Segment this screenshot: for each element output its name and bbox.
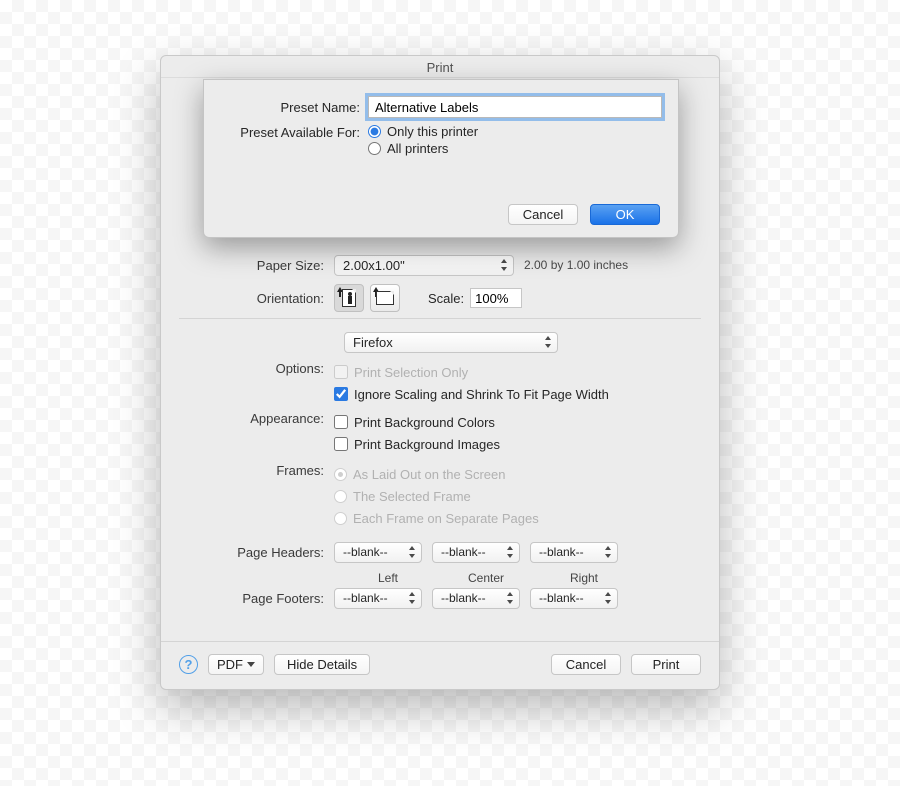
orientation-portrait-button[interactable] (334, 284, 364, 312)
print-dialog: Print Preset Name: Preset Available For:… (160, 55, 720, 690)
footer-center-select[interactable]: --blank-- (432, 588, 520, 609)
page-landscape-icon (376, 291, 394, 305)
header-right-select[interactable]: --blank-- (530, 542, 618, 563)
paper-size-select[interactable]: 2.00x1.00" (334, 255, 514, 276)
scale-input[interactable] (470, 288, 522, 308)
orientation-label: Orientation: (179, 291, 334, 306)
preset-name-label: Preset Name: (220, 100, 368, 115)
scale-label: Scale: (428, 291, 464, 306)
preset-available-label: Preset Available For: (220, 124, 368, 140)
page-portrait-icon (342, 289, 356, 307)
app-options-select[interactable]: Firefox (344, 332, 558, 353)
chevron-down-icon (247, 662, 255, 667)
hf-legend: Left Center Right (344, 571, 701, 585)
header-center-select[interactable]: --blank-- (432, 542, 520, 563)
pdf-menu-button[interactable]: PDF (208, 654, 264, 675)
print-form: Paper Size: 2.00x1.00" 2.00 by 1.00 inch… (161, 252, 719, 631)
appearance-label: Appearance: (179, 411, 334, 426)
frames-selected-radio: The Selected Frame (334, 485, 539, 507)
sheet-cancel-button[interactable]: Cancel (508, 204, 578, 225)
only-this-printer-radio[interactable]: Only this printer (368, 124, 478, 139)
print-selection-checkbox[interactable]: Print Selection Only (334, 361, 609, 383)
options-label: Options: (179, 361, 334, 376)
paper-size-note: 2.00 by 1.00 inches (524, 258, 628, 272)
page-footers-label: Page Footers: (179, 591, 334, 606)
footer-left-select[interactable]: --blank-- (334, 588, 422, 609)
orientation-landscape-button[interactable] (370, 284, 400, 312)
page-headers-label: Page Headers: (179, 545, 334, 560)
ignore-scaling-checkbox[interactable]: Ignore Scaling and Shrink To Fit Page Wi… (334, 383, 609, 405)
help-button[interactable]: ? (179, 655, 198, 674)
bottom-bar: ? PDF Hide Details Cancel Print (161, 641, 719, 689)
header-left-select[interactable]: --blank-- (334, 542, 422, 563)
paper-size-label: Paper Size: (179, 258, 334, 273)
window-title: Print (161, 56, 719, 78)
sheet-ok-button[interactable]: OK (590, 204, 660, 225)
save-preset-sheet: Preset Name: Preset Available For: Only … (203, 79, 679, 238)
bg-colors-checkbox[interactable]: Print Background Colors (334, 411, 500, 433)
print-button[interactable]: Print (631, 654, 701, 675)
cancel-button[interactable]: Cancel (551, 654, 621, 675)
footer-right-select[interactable]: --blank-- (530, 588, 618, 609)
bg-images-checkbox[interactable]: Print Background Images (334, 433, 500, 455)
all-printers-radio[interactable]: All printers (368, 141, 478, 156)
hide-details-button[interactable]: Hide Details (274, 654, 370, 675)
frames-aslaidout-radio: As Laid Out on the Screen (334, 463, 539, 485)
preset-name-input[interactable] (368, 96, 662, 118)
divider (179, 318, 701, 319)
frames-label: Frames: (179, 463, 334, 478)
frames-each-radio: Each Frame on Separate Pages (334, 507, 539, 529)
